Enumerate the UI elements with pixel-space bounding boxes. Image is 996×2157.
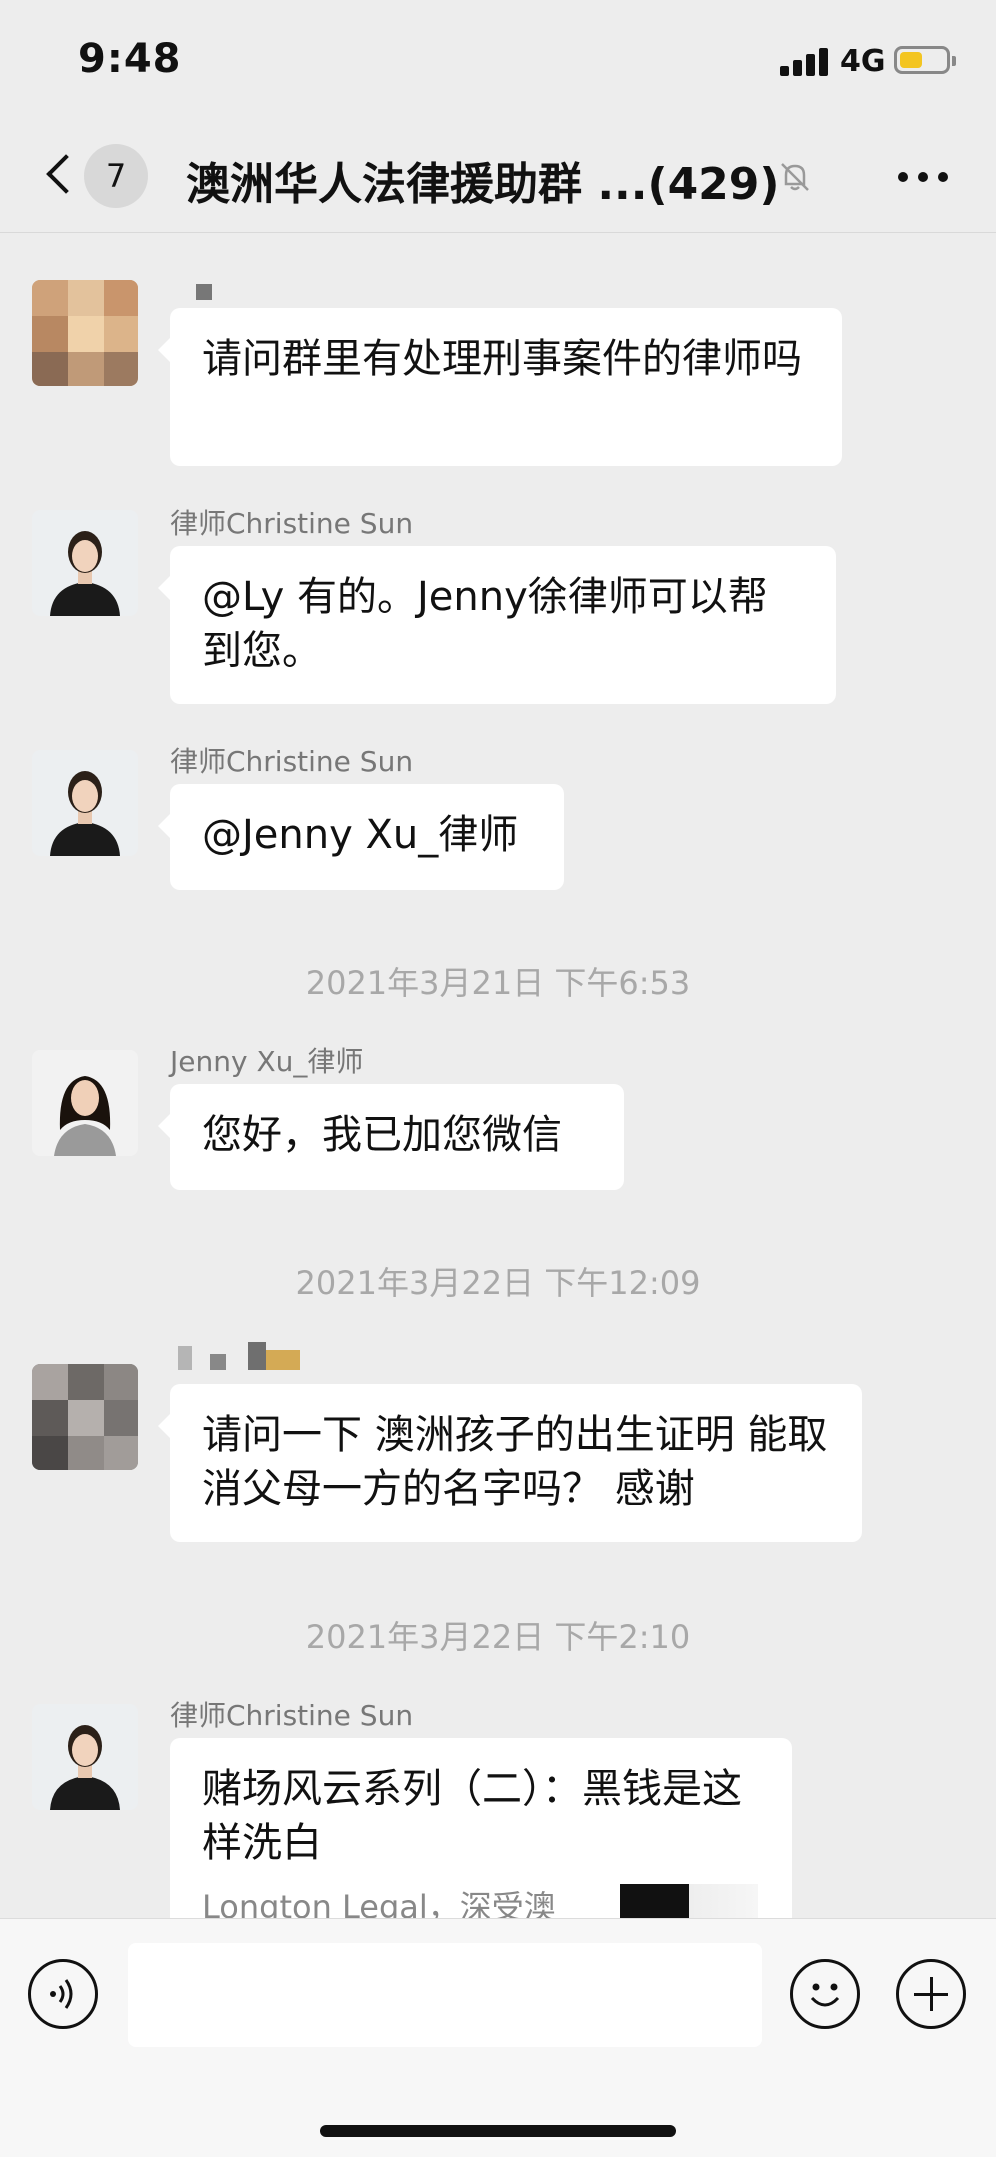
back-icon[interactable] <box>38 150 88 200</box>
timestamp: 2021年3月22日 下午2:10 <box>305 1618 691 1656</box>
link-card-thumbnail <box>620 1884 758 1918</box>
bell-muted-icon <box>781 163 809 191</box>
sender-name-redacted <box>196 284 212 300</box>
message-bubble[interactable]: 请问一下 澳洲孩子的出生证明 能取消父母一方的名字吗？ 感谢 <box>158 1384 862 1542</box>
avatar-christine-sun[interactable] <box>32 510 138 616</box>
sender-name: 律师Christine Sun <box>170 507 414 540</box>
message-bubble[interactable]: @Ly 有的。Jenny徐律师可以帮到您。 <box>158 546 836 704</box>
message-bubble[interactable]: 请问群里有处理刑事案件的律师吗 <box>158 308 842 466</box>
avatar-jenny-xu[interactable] <box>32 1050 138 1156</box>
home-indicator <box>320 2125 676 2137</box>
status-bar: 9:48 4G <box>0 0 996 120</box>
message-text: 您好，我已加您微信 <box>202 1112 562 1158</box>
message-text: 请问群里有处理刑事案件的律师吗 <box>202 336 802 382</box>
more-icon[interactable] <box>898 172 948 182</box>
link-card[interactable]: 赌场风云系列（二）：黑钱是这样洗白 Longton Legal，深受澳 <box>170 1738 792 1918</box>
sender-name: 律师Christine Sun <box>170 745 414 778</box>
avatar-pixelated[interactable] <box>32 280 138 386</box>
chat-header: 7 澳洲华人法律援助群 ...(429) <box>0 120 996 233</box>
emoji-icon[interactable] <box>790 1959 860 2029</box>
message-text: @Jenny Xu_律师 <box>202 812 519 858</box>
sender-name: Jenny Xu_律师 <box>170 1045 364 1078</box>
message-text: 请问一下 澳洲孩子的出生证明 能取消父母一方的名字吗？ 感谢 <box>202 1412 828 1512</box>
input-bar <box>0 1918 996 2157</box>
message-text: @Ly 有的。Jenny徐律师可以帮到您。 <box>202 574 768 674</box>
battery-icon <box>894 46 956 74</box>
signal-icon <box>780 44 830 76</box>
avatar-christine-sun[interactable] <box>32 1704 138 1810</box>
timestamp: 2021年3月22日 下午12:09 <box>295 1264 701 1302</box>
chat-title[interactable]: 澳洲华人法律援助群 ...(429) <box>186 148 780 212</box>
voice-icon[interactable] <box>28 1959 98 2029</box>
unread-count-badge[interactable]: 7 <box>84 144 148 208</box>
message-input[interactable] <box>128 1943 762 2047</box>
avatar-christine-sun[interactable] <box>32 750 138 856</box>
status-time: 9:48 <box>78 36 182 82</box>
sender-name: 律师Christine Sun <box>170 1699 414 1732</box>
message-bubble[interactable]: 您好，我已加您微信 <box>158 1084 624 1190</box>
network-label: 4G <box>840 44 886 79</box>
plus-icon[interactable] <box>896 1959 966 2029</box>
message-bubble[interactable]: @Jenny Xu_律师 <box>158 784 564 890</box>
link-card-title: 赌场风云系列（二）：黑钱是这样洗白 <box>202 1766 742 1866</box>
avatar-pixelated[interactable] <box>32 1364 138 1470</box>
timestamp: 2021年3月21日 下午6:53 <box>305 964 691 1002</box>
